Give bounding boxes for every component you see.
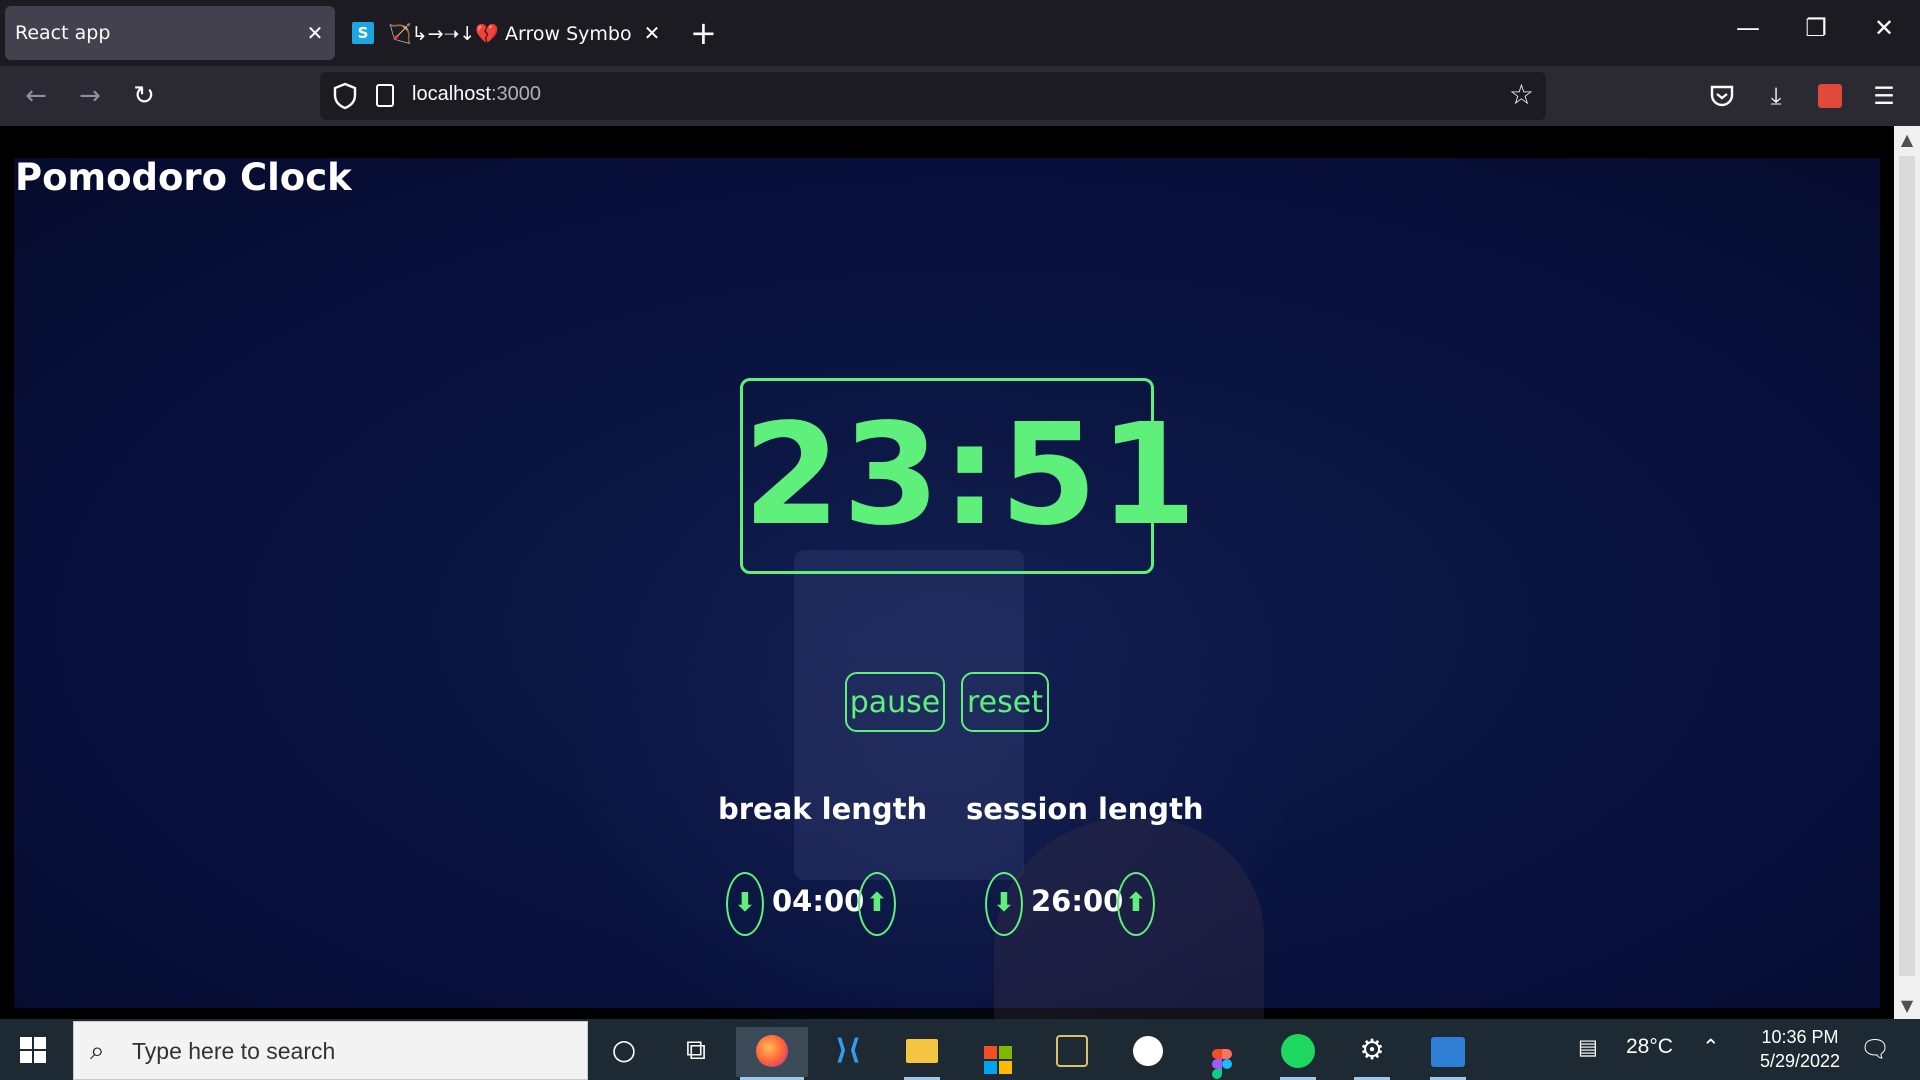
system-clock[interactable]: 10:36 PM 5/29/2022 (1745, 1025, 1855, 1073)
session-length-label: session length (966, 792, 1204, 826)
microsoft-store-icon[interactable] (962, 1027, 1034, 1077)
session-length-value: 26:00 (1031, 884, 1124, 918)
windows-start-icon[interactable] (20, 1037, 46, 1063)
show-hidden-icons-icon[interactable]: ⌃ (1702, 1035, 1720, 1060)
tab-react-app[interactable]: React app ✕ (5, 6, 335, 60)
reload-icon[interactable]: ↻ (126, 78, 162, 114)
system-time: 10:36 PM (1761, 1027, 1839, 1047)
vertical-scrollbar[interactable]: ▲ ▼ (1894, 126, 1920, 1019)
tab-close-icon[interactable]: ✕ (295, 21, 335, 45)
firefox-icon[interactable] (736, 1027, 808, 1080)
site-favicon-icon: S (352, 22, 374, 44)
spotify-icon[interactable] (1262, 1027, 1334, 1080)
app-icon[interactable] (1036, 1027, 1108, 1077)
system-date: 5/29/2022 (1759, 1051, 1841, 1071)
download-icon[interactable]: ⤓ (1758, 78, 1794, 114)
cortana-icon[interactable]: ○ (588, 1027, 660, 1077)
url-port: :3000 (490, 83, 541, 105)
restore-icon[interactable]: ❐ (1782, 14, 1850, 42)
bookmark-star-icon[interactable]: ☆ (1509, 78, 1534, 111)
task-view-icon[interactable]: ⧉ (660, 1027, 732, 1077)
navigation-toolbar: ← → ↻ localhost:3000 ☆ ⤓ ☰ (0, 66, 1920, 126)
file-explorer-icon[interactable] (886, 1027, 958, 1080)
url-bar[interactable]: localhost:3000 ☆ (320, 72, 1546, 120)
extension-icon[interactable] (1812, 78, 1848, 114)
media-player-icon[interactable] (1412, 1027, 1484, 1080)
search-placeholder: Type here to search (132, 1038, 336, 1064)
figma-icon[interactable] (1186, 1027, 1258, 1079)
shield-icon[interactable] (332, 82, 358, 110)
pocket-icon[interactable] (1704, 78, 1740, 114)
search-icon: ⌕ (90, 1036, 105, 1066)
scroll-up-icon[interactable]: ▲ (1894, 130, 1920, 149)
back-icon[interactable]: ← (18, 78, 54, 114)
break-length-label: break length (718, 792, 928, 826)
minimize-icon[interactable]: — (1714, 14, 1782, 42)
new-tab-button[interactable]: + (690, 14, 717, 52)
page-viewport: Pomodoro Clock 23:51 pause reset break l… (0, 126, 1894, 1019)
window-close-icon[interactable]: ✕ (1850, 14, 1918, 42)
app-background (14, 158, 1880, 1019)
tab-label: React app (15, 22, 111, 44)
pause-button[interactable]: pause (845, 672, 945, 732)
url-text[interactable]: localhost:3000 (412, 83, 541, 106)
break-decrement-button[interactable]: ⬇ (726, 872, 764, 936)
break-increment-button[interactable]: ⬆ (858, 872, 896, 936)
scrollbar-thumb[interactable] (1899, 156, 1915, 976)
tab-label: 🏹↳→➝↓💔 Arrow Symbol: Up (388, 22, 632, 45)
forward-icon[interactable]: → (72, 78, 108, 114)
vscode-icon[interactable]: ⟩⟨ (812, 1027, 884, 1077)
scroll-down-icon[interactable]: ▼ (1894, 996, 1920, 1015)
session-increment-button[interactable]: ⬆ (1117, 872, 1155, 936)
taskbar-search-box[interactable]: ⌕ Type here to search (73, 1021, 588, 1080)
tab-arrow-symbol[interactable]: S 🏹↳→➝↓💔 Arrow Symbol: Up ✕ (342, 6, 672, 60)
taskbar: ⌕ Type here to search ○ ⧉ ⟩⟨ ⚙ ▤ 28°C ⌃ (0, 1019, 1920, 1080)
page-title: Pomodoro Clock (15, 156, 352, 199)
timer-display: 23:51 (740, 378, 1197, 574)
page-info-icon[interactable] (376, 84, 394, 107)
weather-icon[interactable]: ▤ (1578, 1035, 1598, 1060)
tab-strip: React app ✕ S 🏹↳→➝↓💔 Arrow Symbol: Up ✕ … (0, 0, 1920, 66)
notifications-icon[interactable]: 🗨 (1860, 1035, 1890, 1064)
weather-temperature[interactable]: 28°C (1626, 1035, 1673, 1059)
url-host: localhost (412, 83, 491, 105)
break-length-value: 04:00 (772, 884, 865, 918)
reset-button[interactable]: reset (961, 672, 1049, 732)
whatsapp-icon[interactable] (1112, 1027, 1184, 1077)
settings-icon[interactable]: ⚙ (1336, 1027, 1408, 1080)
tab-close-icon[interactable]: ✕ (632, 21, 672, 45)
menu-icon[interactable]: ☰ (1866, 78, 1902, 114)
session-decrement-button[interactable]: ⬇ (985, 872, 1023, 936)
